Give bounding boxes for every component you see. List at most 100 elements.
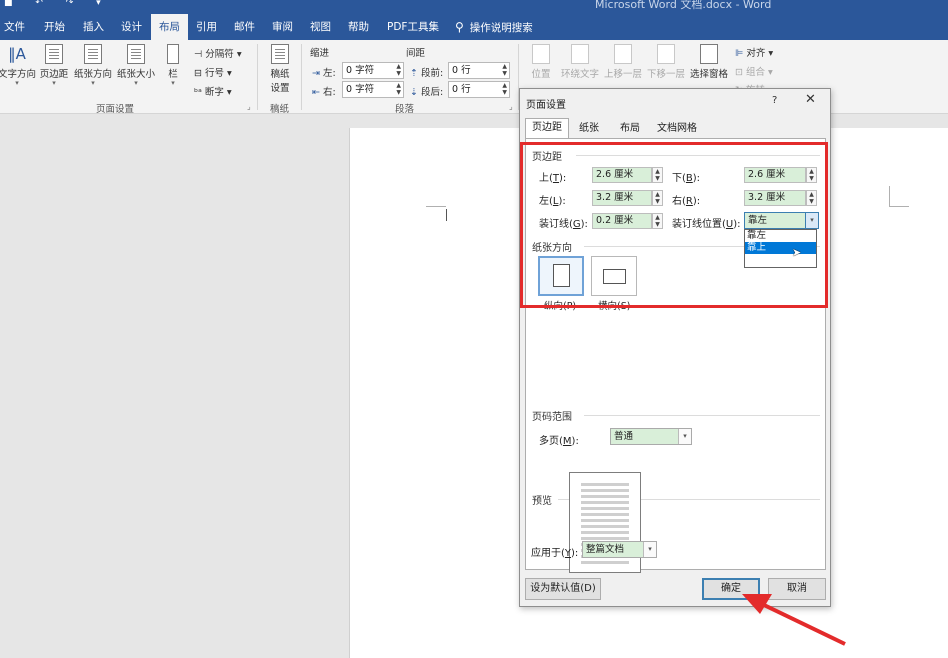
space-before-input[interactable]: 0 行 ▲ ▼ xyxy=(448,62,510,79)
bring-forward-button[interactable]: 上移一层 xyxy=(603,44,643,80)
spinner-icon[interactable]: ▲ ▼ xyxy=(502,63,507,77)
title-bar: ■ ↶ ↷ ▾ Microsoft Word 文档.docx - Word 文件… xyxy=(0,0,948,40)
indent-title: 缩进 xyxy=(310,48,330,59)
tell-me-search[interactable]: ⚲ 操作说明搜索 xyxy=(455,14,533,40)
chevron-down-icon: ▾ xyxy=(91,79,95,87)
paper-size-button[interactable]: 纸张大小 ▾ xyxy=(115,44,157,87)
spinner-icon[interactable]: ▲ ▼ xyxy=(652,213,663,229)
tab-insert[interactable]: 插入 xyxy=(83,14,104,40)
spinner-icon[interactable]: ▲ ▼ xyxy=(396,63,401,77)
multiple-pages-label: 多页(M): xyxy=(539,436,579,447)
tab-references[interactable]: 引用 xyxy=(196,14,217,40)
selection-pane-button[interactable]: 选择窗格 xyxy=(689,44,729,80)
help-icon[interactable]: ? xyxy=(772,95,777,106)
apply-to-label-text: 应用于( xyxy=(531,548,565,559)
group-button[interactable]: ⊡ 组合 ▾ xyxy=(735,64,773,78)
tab-home[interactable]: 开始 xyxy=(44,14,65,40)
text-direction-icon: ‖A xyxy=(8,45,26,63)
quick-access-toolbar[interactable]: ■ ↶ ↷ ▾ xyxy=(4,0,111,8)
paragraph-launcher-icon[interactable]: ⌟ xyxy=(509,102,513,111)
text-direction-button[interactable]: ‖A 文字方向 ▾ xyxy=(0,44,36,87)
gutter-option-top[interactable]: 靠上 xyxy=(745,242,816,254)
ok-button[interactable]: 确定 xyxy=(702,578,760,600)
indent-left-input[interactable]: 0 字符 ▲ ▼ xyxy=(342,62,404,79)
bring-forward-label: 上移一层 xyxy=(603,69,642,80)
chevron-down-icon[interactable]: ▾ xyxy=(643,542,656,557)
set-default-button[interactable]: 设为默认值(D) xyxy=(525,578,601,600)
indent-right-input[interactable]: 0 字符 ▲ ▼ xyxy=(342,81,404,98)
spinner-icon[interactable]: ▲ ▼ xyxy=(652,190,663,206)
dialog-tab-layout[interactable]: 布局 xyxy=(614,120,646,139)
position-button[interactable]: 位置 xyxy=(530,44,552,80)
dialog-tab-margins[interactable]: 页边距 xyxy=(525,118,569,139)
gutter-position-select[interactable]: 靠左 ▾ xyxy=(744,212,819,229)
spinner-icon[interactable]: ▲ ▼ xyxy=(806,190,817,206)
space-before-value: 0 行 xyxy=(452,65,471,76)
crop-mark xyxy=(889,186,890,206)
landscape-button[interactable] xyxy=(591,256,637,296)
spacing-title: 间距 xyxy=(406,48,426,59)
breaks-label: 分隔符 xyxy=(205,49,234,60)
portrait-button[interactable] xyxy=(538,256,584,296)
portrait-label: 纵向(P) xyxy=(544,301,577,312)
multiple-pages-select[interactable]: 普通 ▾ xyxy=(610,428,692,445)
left-margin-input[interactable]: 3.2 厘米 ▲ ▼ xyxy=(592,190,663,206)
orientation-button[interactable]: 纸张方向 ▾ xyxy=(72,44,114,87)
gutter-value: 0.2 厘米 xyxy=(596,215,634,226)
gutter-position-key: U xyxy=(725,219,734,230)
tab-design[interactable]: 设计 xyxy=(121,14,142,40)
tab-file[interactable]: 文件 xyxy=(4,14,25,40)
tab-pdf-tools[interactable]: PDF工具集 xyxy=(387,14,439,40)
close-icon[interactable]: ✕ xyxy=(805,92,816,107)
right-margin-input[interactable]: 3.2 厘米 ▲ ▼ xyxy=(744,190,817,206)
paper-size-icon xyxy=(127,44,145,64)
bottom-margin-value: 2.6 厘米 xyxy=(748,169,786,180)
margins-button[interactable]: 页边距 ▾ xyxy=(38,44,70,87)
wrap-text-icon xyxy=(571,44,589,64)
draft-settings-button[interactable]: 稿纸 设置 xyxy=(266,44,294,94)
apply-to-value: 整篇文档 xyxy=(586,544,625,555)
preview-line xyxy=(581,489,629,492)
bottom-margin-input[interactable]: 2.6 厘米 ▲ ▼ xyxy=(744,167,817,183)
apply-to-select[interactable]: 整篇文档 ▾ xyxy=(582,541,657,558)
gutter-option-left[interactable]: 靠左 xyxy=(745,230,816,242)
spinner-icon[interactable]: ▲ ▼ xyxy=(652,167,663,183)
space-before-label: ⇡ 段前: xyxy=(410,65,443,79)
send-backward-button[interactable]: 下移一层 xyxy=(646,44,686,80)
dialog-tab-paper[interactable]: 纸张 xyxy=(573,120,605,139)
spinner-icon[interactable]: ▲ ▼ xyxy=(806,167,817,183)
draft-group-label: 稿纸 xyxy=(270,104,290,115)
section-divider xyxy=(584,415,820,416)
multiple-pages-value: 普通 xyxy=(614,431,634,442)
tab-view[interactable]: 视图 xyxy=(310,14,331,40)
breaks-button[interactable]: ⊣ 分隔符 ▾ xyxy=(194,46,242,60)
columns-button[interactable]: 栏 ▾ xyxy=(163,44,183,87)
dialog-tab-doc-grid[interactable]: 文档网格 xyxy=(651,120,703,139)
gutter-input[interactable]: 0.2 厘米 ▲ ▼ xyxy=(592,213,663,229)
cancel-button[interactable]: 取消 xyxy=(768,578,826,600)
align-icon: ⊫ xyxy=(735,48,744,59)
tab-mailings[interactable]: 邮件 xyxy=(234,14,255,40)
group-separator xyxy=(257,44,258,110)
hyphenation-button[interactable]: ᵇᵃ 断字 ▾ xyxy=(194,84,232,98)
wrap-text-button[interactable]: 环绕文字 xyxy=(560,44,600,80)
tab-help[interactable]: 帮助 xyxy=(348,14,369,40)
chevron-down-icon[interactable]: ▾ xyxy=(805,213,818,228)
margins-section-title: 页边距 xyxy=(532,152,562,163)
chevron-down-icon[interactable]: ▾ xyxy=(678,429,691,444)
align-button[interactable]: ⊫ 对齐 ▾ xyxy=(735,45,773,59)
indent-left-label: ⇥ 左: xyxy=(312,65,336,79)
space-before-text: 段前: xyxy=(421,68,444,79)
page-setup-launcher-icon[interactable]: ⌟ xyxy=(247,102,251,111)
line-numbers-button[interactable]: ⊟ 行号 ▾ xyxy=(194,65,232,79)
tab-layout[interactable]: 布局 xyxy=(151,14,188,40)
spinner-icon[interactable]: ▲ ▼ xyxy=(502,82,507,96)
right-margin-key: R xyxy=(685,196,693,207)
space-after-input[interactable]: 0 行 ▲ ▼ xyxy=(448,81,510,98)
top-margin-input[interactable]: 2.6 厘米 ▲ ▼ xyxy=(592,167,663,183)
gutter-label: 装订线(G): xyxy=(539,219,588,230)
space-before-icon: ⇡ xyxy=(410,68,418,79)
spinner-icon[interactable]: ▲ ▼ xyxy=(396,82,401,96)
tell-me-label: 操作说明搜索 xyxy=(469,22,533,34)
tab-review[interactable]: 审阅 xyxy=(272,14,293,40)
